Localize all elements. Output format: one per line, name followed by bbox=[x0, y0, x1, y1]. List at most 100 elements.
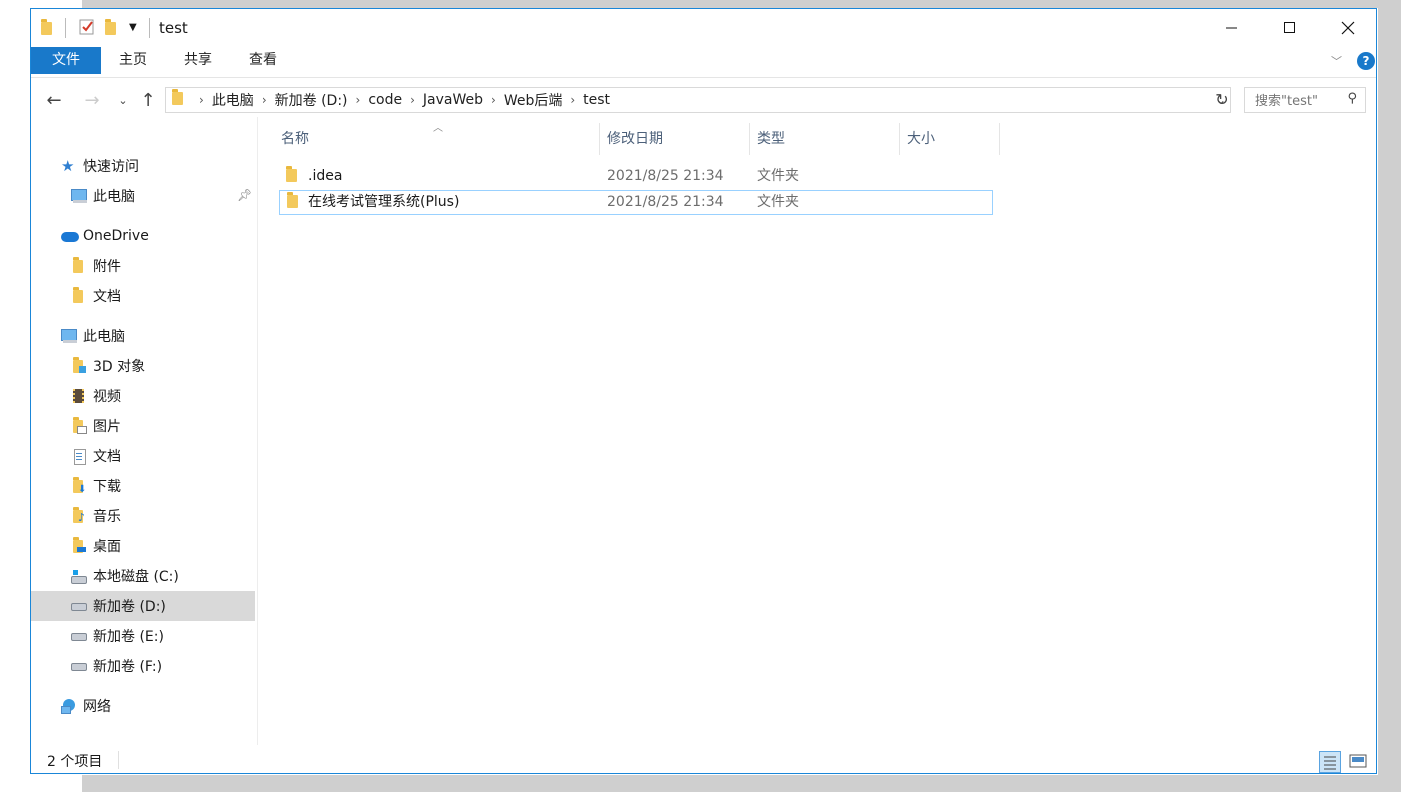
nav-pictures[interactable]: 图片 bbox=[31, 411, 255, 441]
column-divider[interactable] bbox=[999, 123, 1000, 155]
qa-separator bbox=[65, 18, 66, 38]
sort-ascending-icon: ︿ bbox=[433, 123, 443, 134]
system-drive-icon bbox=[71, 568, 87, 584]
drive-icon bbox=[71, 598, 87, 614]
up-arrow-icon[interactable]: ↑ bbox=[136, 88, 160, 112]
documents-icon bbox=[71, 448, 87, 465]
nav-videos[interactable]: 视频 bbox=[31, 381, 255, 411]
column-header-modified[interactable]: 修改日期 bbox=[607, 123, 663, 155]
nav-label: 新加卷 (F:) bbox=[93, 659, 163, 675]
column-divider[interactable] bbox=[749, 123, 750, 155]
tab-file[interactable]: 文件 bbox=[31, 47, 101, 74]
tab-view[interactable]: 查看 bbox=[239, 47, 287, 74]
nav-label: 快速访问 bbox=[83, 159, 139, 175]
file-type: 文件夹 bbox=[757, 168, 799, 184]
downloads-icon: ⬇ bbox=[71, 477, 87, 495]
desktop-background-right bbox=[1378, 0, 1401, 792]
nav-music[interactable]: ♪ 音乐 bbox=[31, 501, 255, 531]
nav-3d-objects[interactable]: 3D 对象 bbox=[31, 351, 255, 381]
nav-desktop[interactable]: 桌面 bbox=[31, 531, 255, 561]
nav-drive-f[interactable]: 新加卷 (F:) bbox=[31, 651, 255, 681]
column-header-type[interactable]: 类型 bbox=[757, 123, 785, 155]
minimize-button[interactable] bbox=[1203, 9, 1261, 47]
breadcrumb-separator[interactable]: › bbox=[491, 93, 496, 107]
breadcrumb-code[interactable]: code bbox=[368, 92, 402, 108]
new-folder-icon[interactable] bbox=[105, 18, 119, 38]
nav-label: 下载 bbox=[93, 479, 121, 495]
nav-label: 视频 bbox=[93, 389, 121, 405]
tab-home[interactable]: 主页 bbox=[109, 47, 157, 74]
status-separator bbox=[118, 751, 119, 769]
details-view-icon[interactable] bbox=[1319, 751, 1341, 773]
desktop-icon bbox=[71, 537, 87, 554]
close-button[interactable] bbox=[1319, 9, 1377, 47]
nav-label: 附件 bbox=[93, 259, 121, 275]
column-header-size[interactable]: 大小 bbox=[907, 123, 935, 155]
breadcrumb-test[interactable]: test bbox=[583, 92, 610, 108]
properties-icon[interactable] bbox=[78, 18, 96, 38]
nav-network[interactable]: 网络 bbox=[31, 691, 255, 721]
file-row[interactable]: 在线考试管理系统(Plus) 2021/8/25 21:34 文件夹 bbox=[279, 190, 993, 215]
nav-drive-c[interactable]: 本地磁盘 (C:) bbox=[31, 561, 255, 591]
star-icon: ★ bbox=[61, 157, 75, 175]
forward-arrow-icon[interactable]: → bbox=[80, 88, 104, 112]
recent-locations-icon[interactable]: ⌄ bbox=[111, 88, 135, 112]
breadcrumb-separator[interactable]: › bbox=[410, 93, 415, 107]
window-title: test bbox=[159, 19, 188, 37]
nav-quick-access[interactable]: ★ 快速访问 bbox=[31, 151, 255, 181]
explorer-window: ▼ test 文件 主页 共享 查看 ﹀ ? ← → ⌄ ↑ › 此电脑 › 新… bbox=[30, 8, 1377, 774]
column-header-name[interactable]: 名称 bbox=[281, 123, 309, 155]
file-row[interactable]: .idea 2021/8/25 21:34 文件夹 bbox=[279, 164, 993, 189]
breadcrumb-this-pc[interactable]: 此电脑 bbox=[212, 90, 254, 110]
breadcrumb-separator[interactable]: › bbox=[262, 93, 267, 107]
column-divider[interactable] bbox=[599, 123, 600, 155]
customize-toolbar-icon[interactable]: ▼ bbox=[129, 18, 139, 38]
file-type: 文件夹 bbox=[757, 194, 799, 210]
file-modified: 2021/8/25 21:34 bbox=[607, 168, 724, 184]
nav-drive-e[interactable]: 新加卷 (E:) bbox=[31, 621, 255, 651]
nav-label: 图片 bbox=[93, 419, 121, 435]
nav-label: 3D 对象 bbox=[93, 359, 146, 375]
expand-ribbon-icon[interactable]: ﹀ bbox=[1331, 53, 1345, 68]
nav-qa-this-pc[interactable]: 此电脑 📌︎ bbox=[31, 181, 255, 211]
navigation-bar: ← → ⌄ ↑ › 此电脑 › 新加卷 (D:) › code › JavaWe… bbox=[31, 85, 1376, 115]
file-name: 在线考试管理系统(Plus) bbox=[308, 194, 460, 210]
maximize-button[interactable] bbox=[1261, 9, 1319, 47]
search-icon[interactable]: ⚲ bbox=[1347, 91, 1357, 106]
breadcrumb-web-backend[interactable]: Web后端 bbox=[504, 90, 563, 110]
search-box[interactable]: ⚲ bbox=[1244, 87, 1366, 113]
back-arrow-icon[interactable]: ← bbox=[42, 88, 66, 112]
nav-label: 此电脑 bbox=[93, 189, 135, 205]
nav-downloads[interactable]: ⬇ 下载 bbox=[31, 471, 255, 501]
file-modified: 2021/8/25 21:34 bbox=[607, 194, 724, 210]
nav-onedrive-attachments[interactable]: 附件 bbox=[31, 251, 255, 281]
pin-icon[interactable]: 📌︎ bbox=[237, 188, 252, 202]
nav-label: 此电脑 bbox=[83, 329, 125, 345]
tab-share[interactable]: 共享 bbox=[174, 47, 222, 74]
nav-onedrive[interactable]: OneDrive bbox=[31, 221, 255, 251]
nav-drive-d[interactable]: 新加卷 (D:) bbox=[31, 591, 255, 621]
nav-onedrive-documents[interactable]: 文档 bbox=[31, 281, 255, 311]
breadcrumb-javaweb[interactable]: JavaWeb bbox=[423, 92, 483, 108]
nav-this-pc[interactable]: 此电脑 bbox=[31, 321, 255, 351]
folder-icon bbox=[71, 257, 87, 274]
breadcrumb-separator[interactable]: › bbox=[199, 93, 204, 107]
nav-label: 网络 bbox=[83, 699, 111, 715]
app-folder-icon bbox=[41, 18, 55, 38]
folder-icon bbox=[286, 166, 297, 182]
nav-documents[interactable]: 文档 bbox=[31, 441, 255, 471]
breadcrumb-drive-d[interactable]: 新加卷 (D:) bbox=[275, 90, 348, 110]
nav-label: 文档 bbox=[93, 449, 121, 465]
address-bar[interactable]: › 此电脑 › 新加卷 (D:) › code › JavaWeb › Web后… bbox=[165, 87, 1231, 113]
cloud-icon bbox=[61, 228, 79, 244]
title-bar: ▼ test bbox=[31, 9, 1376, 47]
search-input[interactable] bbox=[1253, 89, 1347, 113]
breadcrumb-separator[interactable]: › bbox=[570, 93, 575, 107]
refresh-icon[interactable]: ↻ bbox=[1212, 89, 1232, 111]
help-icon[interactable]: ? bbox=[1357, 52, 1375, 70]
column-divider[interactable] bbox=[899, 123, 900, 155]
folder-icon bbox=[287, 192, 298, 208]
nav-label: 文档 bbox=[93, 289, 121, 305]
breadcrumb-separator[interactable]: › bbox=[356, 93, 361, 107]
large-icons-view-icon[interactable] bbox=[1348, 751, 1370, 773]
